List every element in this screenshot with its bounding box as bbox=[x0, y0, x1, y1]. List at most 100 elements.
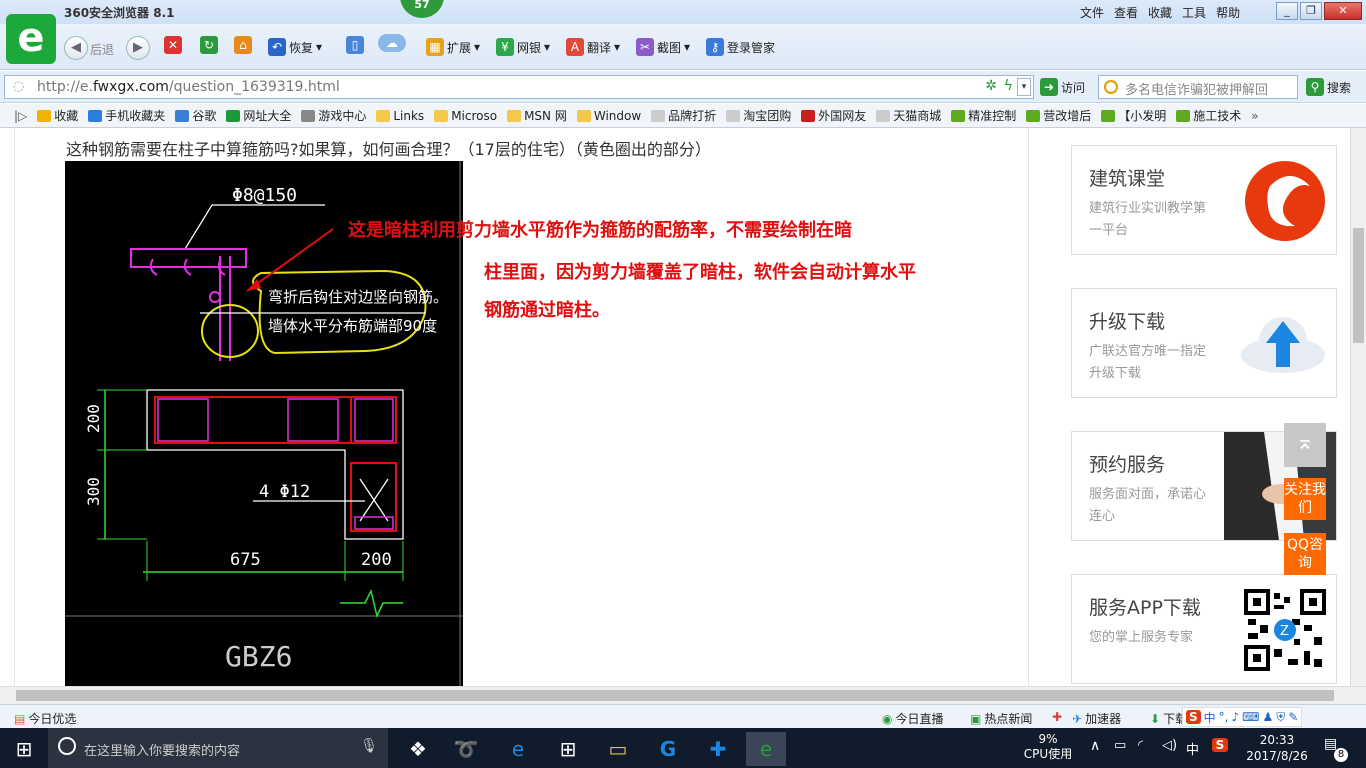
menu-tools[interactable]: 工具 bbox=[1182, 4, 1206, 21]
qr-code-icon[interactable]: Z bbox=[1244, 589, 1326, 671]
bookmark-item[interactable]: 淘宝团购 bbox=[726, 107, 791, 124]
plus-app-icon[interactable]: ✚ bbox=[698, 732, 738, 766]
card-building-class[interactable]: 建筑课堂 建筑行业实训教学第一平台 bbox=[1071, 145, 1337, 255]
glodon-app-icon[interactable]: G bbox=[648, 732, 688, 766]
spiral-app-icon[interactable]: ➰ bbox=[446, 732, 486, 766]
minimize-button[interactable]: _ bbox=[1276, 2, 1298, 20]
card-app-download[interactable]: 服务APP下载 您的掌上服务专家 Z bbox=[1071, 574, 1337, 684]
live-button[interactable]: ◉ 今日直播 bbox=[882, 710, 944, 727]
search-button[interactable]: ⚲ 搜索 bbox=[1306, 78, 1351, 96]
url-text[interactable]: http://e.fwxgx.com/question_1639319.html bbox=[37, 79, 340, 95]
hot-news-button[interactable]: ▣ 热点新闻 bbox=[970, 710, 1032, 727]
windows-start-icon[interactable]: ⊞ bbox=[4, 732, 44, 766]
banking-button[interactable]: ¥ 网银 ▾ bbox=[496, 38, 550, 56]
mobile-button[interactable]: ▯ bbox=[346, 36, 364, 54]
bookmark-item[interactable]: 游戏中心 bbox=[301, 107, 366, 124]
qq-consult-button[interactable]: QQ咨询 bbox=[1284, 533, 1326, 575]
login-manager-button[interactable]: ⚷ 登录管家 bbox=[706, 38, 775, 56]
bookmark-label: 收藏 bbox=[54, 109, 79, 123]
store-icon[interactable]: ⊞ bbox=[548, 732, 588, 766]
menu-file[interactable]: 文件 bbox=[1080, 4, 1104, 21]
vertical-scrollbar[interactable] bbox=[1350, 128, 1366, 686]
bookmark-item[interactable]: 手机收藏夹 bbox=[88, 107, 165, 124]
edge-browser-icon[interactable]: e bbox=[498, 732, 538, 766]
ime-indicator[interactable]: 中 bbox=[1186, 739, 1199, 758]
bookmark-item[interactable]: Microso bbox=[434, 109, 497, 123]
today-picks[interactable]: ▤ 今日优选 bbox=[14, 710, 76, 727]
bookmark-item[interactable]: 网址大全 bbox=[226, 107, 291, 124]
site-info-icon[interactable]: ◌ bbox=[13, 79, 24, 94]
bookmark-item[interactable]: 施工技术 bbox=[1176, 107, 1241, 124]
battery-icon[interactable]: ▭ bbox=[1114, 738, 1126, 753]
vertical-scroll-thumb[interactable] bbox=[1353, 228, 1364, 343]
lightning-icon[interactable]: ϟ bbox=[1004, 78, 1013, 94]
menu-view[interactable]: 查看 bbox=[1114, 4, 1138, 21]
bookmark-item[interactable]: 天猫商城 bbox=[876, 107, 941, 124]
browser-logo[interactable]: e bbox=[6, 14, 56, 64]
search-input[interactable]: 多名电信诈骗犯被押解回 bbox=[1098, 75, 1298, 99]
taskbar-search-box[interactable]: 在这里输入你要搜索的内容 🎙 bbox=[48, 728, 388, 768]
bookmark-folder-icon bbox=[37, 109, 52, 122]
bookmark-item[interactable]: 营改增后 bbox=[1026, 107, 1091, 124]
url-dropdown-icon[interactable]: ▾ bbox=[1017, 78, 1031, 96]
screenshot-button[interactable]: ✂ 截图 ▾ bbox=[636, 38, 690, 56]
back-button-label[interactable]: 后退 bbox=[90, 41, 114, 58]
bookmarks-bar: |▷ 收藏 手机收藏夹 谷歌 网址大全 游戏中心 Links Microso MSN 网 Win… bbox=[0, 104, 1366, 128]
bookmark-item[interactable]: 品牌打折 bbox=[651, 107, 716, 124]
cloud-button[interactable]: ☁ bbox=[378, 34, 406, 52]
address-bar[interactable]: ◌ http://e.fwxgx.com/question_1639319.ht… bbox=[4, 75, 1034, 99]
undo-icon: ↶ bbox=[268, 38, 286, 56]
translate-button[interactable]: A 翻译 ▾ bbox=[566, 38, 620, 56]
bookmark-item[interactable]: 谷歌 bbox=[175, 107, 216, 124]
accelerator-label: 加速器 bbox=[1085, 712, 1122, 726]
bookmark-folder-icon bbox=[726, 109, 741, 122]
sogou-tray-icon[interactable]: S bbox=[1212, 738, 1228, 752]
notification-badge[interactable]: 57 bbox=[400, 0, 444, 18]
bookmark-item[interactable]: MSN 网 bbox=[507, 107, 567, 124]
horizontal-scrollbar[interactable] bbox=[0, 686, 1366, 704]
visit-button[interactable]: ➜ 访问 bbox=[1040, 78, 1085, 96]
bookmark-item[interactable]: 【小发明 bbox=[1101, 107, 1166, 124]
sogou-ime-bar[interactable]: S 中 °, ♪ ⌨ ♟ ⛨ ✎ bbox=[1182, 707, 1303, 727]
back-arrow-icon[interactable]: ◀ bbox=[64, 36, 88, 60]
clock[interactable]: 20:33 2017/8/26 bbox=[1242, 732, 1312, 764]
sidebar-toggle-icon[interactable]: |▷ bbox=[14, 109, 27, 123]
shirt-icon: ⛨ bbox=[1276, 709, 1286, 724]
maximize-button[interactable]: ❐ bbox=[1300, 2, 1322, 20]
follow-us-button[interactable]: 关注我们 bbox=[1284, 478, 1326, 520]
bookmark-item[interactable]: Links bbox=[376, 109, 424, 123]
task-view-icon[interactable]: ❖ bbox=[398, 732, 438, 766]
health-icon[interactable]: ✚ bbox=[1052, 710, 1062, 724]
cad-note-line1: 弯折后钩住对边竖向钢筋。 bbox=[268, 288, 448, 306]
bookmark-item[interactable]: 收藏 bbox=[37, 107, 78, 124]
wifi-icon[interactable]: ◜ bbox=[1138, 738, 1143, 753]
bookmark-folder-icon bbox=[651, 109, 666, 122]
bookmark-label: Window bbox=[593, 108, 642, 123]
360-browser-taskbar-icon[interactable]: e bbox=[746, 732, 786, 766]
clock-time: 20:33 bbox=[1259, 733, 1295, 747]
bookmark-item[interactable]: 外国网友 bbox=[801, 107, 866, 124]
extensions-button[interactable]: ▦ 扩展 ▾ bbox=[426, 38, 480, 56]
back-to-top-button[interactable]: ⌅ bbox=[1284, 423, 1326, 467]
refresh-small-icon[interactable]: ✲ bbox=[985, 78, 997, 94]
bookmark-item[interactable]: Window bbox=[576, 108, 642, 123]
microphone-icon[interactable]: 🎙 bbox=[360, 738, 378, 754]
volume-icon[interactable]: ◁) bbox=[1162, 738, 1177, 753]
forward-arrow-icon[interactable]: ▶ bbox=[126, 36, 150, 60]
menu-help[interactable]: 帮助 bbox=[1216, 4, 1240, 21]
cpu-usage[interactable]: 9% CPU使用 bbox=[1020, 732, 1076, 762]
horizontal-scroll-thumb[interactable] bbox=[16, 690, 1334, 701]
accelerator-button[interactable]: ✈ 加速器 bbox=[1072, 710, 1121, 727]
file-explorer-icon[interactable]: ▭ bbox=[598, 732, 638, 766]
menu-favorites[interactable]: 收藏 bbox=[1148, 4, 1172, 21]
bookmarks-overflow-icon[interactable]: » bbox=[1251, 109, 1258, 123]
tray-chevron-icon[interactable]: ∧ bbox=[1090, 738, 1100, 754]
search-engine-icon[interactable] bbox=[1104, 80, 1118, 94]
bookmark-item[interactable]: 精准控制 bbox=[951, 107, 1016, 124]
refresh-button[interactable]: ↻ bbox=[200, 36, 218, 54]
restore-button[interactable]: ↶ 恢复 ▾ bbox=[268, 38, 322, 56]
home-button[interactable]: ⌂ bbox=[234, 36, 252, 54]
stop-button[interactable]: ✕ bbox=[164, 36, 182, 54]
card-upgrade-download[interactable]: 升级下载 广联达官方唯一指定升级下载 bbox=[1071, 288, 1337, 398]
close-button[interactable]: ✕ bbox=[1324, 2, 1362, 20]
